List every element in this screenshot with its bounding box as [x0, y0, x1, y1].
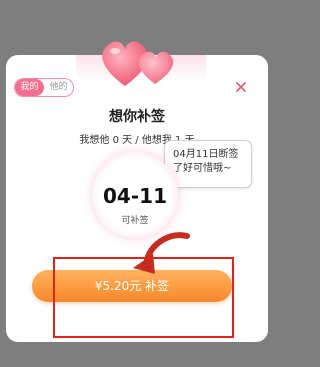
tab-theirs[interactable]: 他的: [44, 79, 73, 96]
dialog-title: 想你补签: [109, 109, 165, 125]
hearts-icon: [102, 41, 174, 86]
close-icon[interactable]: [234, 80, 248, 94]
tab-mine[interactable]: 我的: [15, 79, 44, 96]
resign-date: 04-11: [103, 184, 167, 208]
whose-toggle: 我的 他的: [14, 78, 74, 97]
bubble-text: 04月11日断签了好可惜哦~: [173, 149, 239, 174]
missed-day-bubble: 04月11日断签了好可惜哦~: [164, 140, 252, 188]
resign-available-label: 可补签: [121, 216, 149, 226]
highlight-box: [53, 257, 234, 338]
